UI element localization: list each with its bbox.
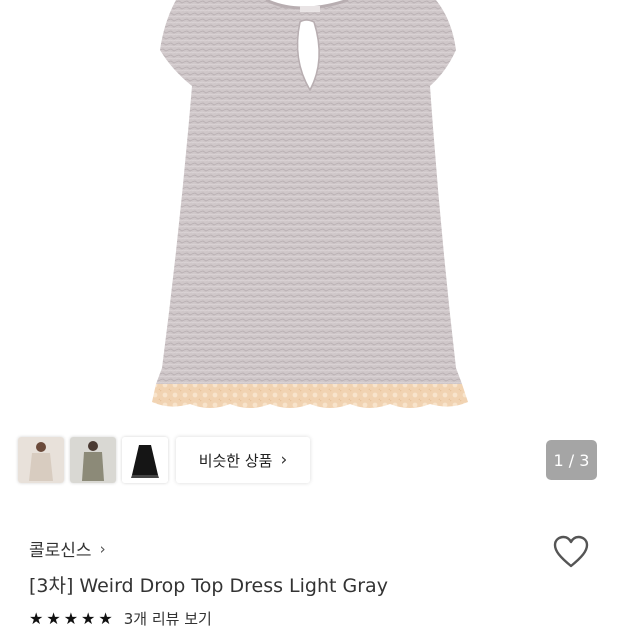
review-link[interactable]: 3개 리뷰 보기	[124, 608, 212, 629]
chevron-right-icon: ›	[280, 450, 288, 470]
thumbnail-beige-dress[interactable]	[18, 437, 64, 483]
product-image[interactable]	[0, 0, 620, 425]
heart-icon	[553, 535, 589, 568]
rating-stars: ★★★★★	[29, 609, 116, 628]
thumbnail-row: 비슷한 상품 ›	[18, 436, 310, 484]
wishlist-heart-button[interactable]	[552, 534, 590, 570]
black-dress-thumb-icon	[122, 437, 168, 483]
product-title: [3차] Weird Drop Top Dress Light Gray	[29, 575, 388, 597]
dress-illustration	[152, 0, 468, 408]
image-page-indicator: 1 / 3	[546, 440, 597, 480]
similar-products-button[interactable]: 비슷한 상품 ›	[176, 437, 310, 483]
thumbnail-olive-dress[interactable]	[70, 437, 116, 483]
brand-name: 콜로신스	[29, 541, 92, 561]
thumbnail-black-dress[interactable]	[122, 437, 168, 483]
rating-row[interactable]: ★★★★★ 3개 리뷰 보기	[29, 608, 212, 629]
similar-products-label: 비슷한 상품	[198, 451, 273, 470]
brand-link[interactable]: 콜로신스 ›	[29, 536, 106, 562]
chevron-right-icon: ›	[99, 539, 106, 558]
olive-dress-thumb-icon	[70, 437, 116, 483]
beige-dress-thumb-icon	[18, 437, 64, 483]
